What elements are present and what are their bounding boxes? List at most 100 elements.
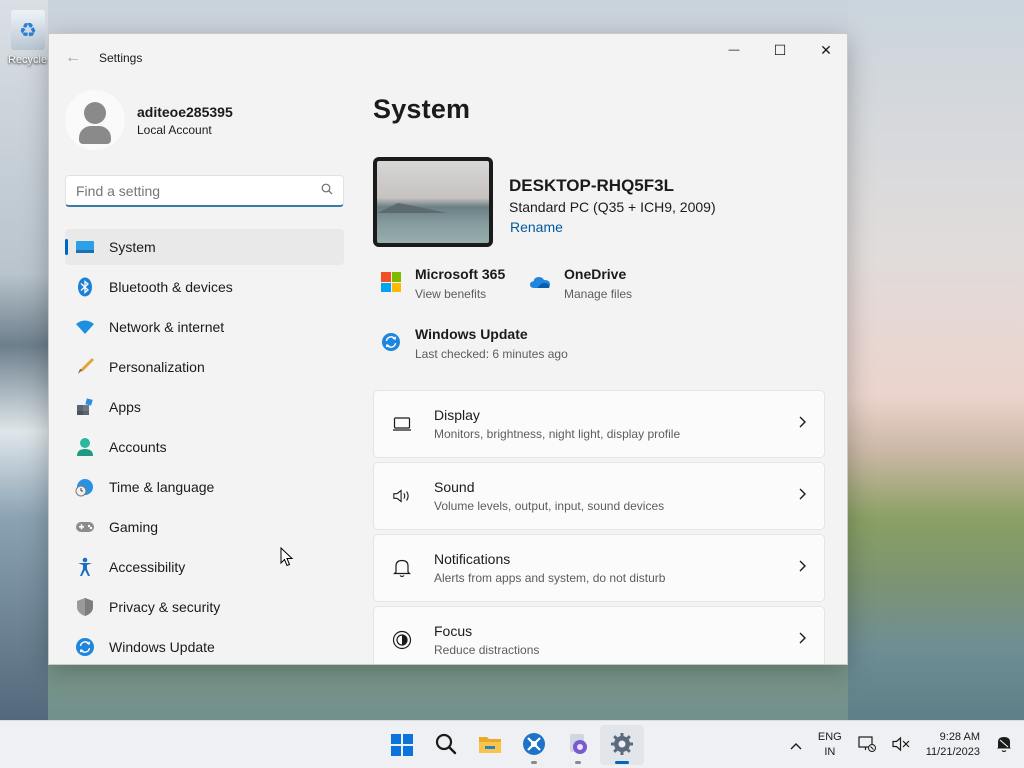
sidebar-item-privacy-security[interactable]: Privacy & security [65,589,344,625]
title-bar[interactable]: ← Settings — ☐ ✕ [49,34,847,82]
recycle-bin-shortcut[interactable]: ♻ Recycle [8,10,48,80]
device-wallpaper-thumbnail [373,157,493,247]
search-icon [435,733,457,758]
sidebar-item-label: Accounts [109,439,167,455]
network-disconnected-icon [858,735,876,755]
focus-card-title: Focus [434,623,473,639]
display-card-subtitle: Monitors, brightness, night light, displ… [434,427,681,441]
notification-bell-icon [996,735,1012,756]
profile-name: aditeoe285395 [137,103,233,120]
app-media-button[interactable] [556,725,600,765]
wallpaper-mountain-shape [377,203,447,213]
microsoft-365-subtitle: View benefits [415,287,487,301]
file-explorer-button[interactable] [468,725,512,765]
windows-update-tile[interactable]: Windows Update Last checked: 6 minutes a… [379,326,568,361]
language-code: ENG [817,731,842,743]
settings-card-list: Display Monitors, brightness, night ligh… [373,390,825,664]
search-box[interactable] [65,175,344,207]
sidebar-item-network[interactable]: Network & internet [65,309,344,345]
system-icon [75,237,95,257]
sidebar-item-label: Windows Update [109,639,215,655]
globe-clock-icon [75,477,95,497]
gear-icon [610,732,634,759]
network-status-button[interactable] [858,735,876,755]
sidebar-item-accessibility[interactable]: Accessibility [65,549,344,585]
brush-icon [75,357,95,377]
language-region: IN [824,746,836,758]
clock-time: 9:28 AM [939,731,980,743]
recycle-bin-label: Recycle [8,54,48,66]
bluetooth-icon [75,277,95,297]
input-language-button[interactable]: ENG IN [818,730,842,760]
windows-logo-icon [391,734,413,756]
settings-window: ← Settings — ☐ ✕ aditeoe285395 Local Acc… [48,33,848,665]
display-card[interactable]: Display Monitors, brightness, night ligh… [373,390,825,458]
avatar-head-icon [84,102,106,124]
page-title: System [373,94,471,124]
rename-link[interactable]: Rename [510,219,563,235]
notifications-card-title: Notifications [434,551,511,567]
microsoft-365-tile[interactable]: Microsoft 365 View benefits [379,266,505,301]
system-tray: ENG IN 9:28 AM 11/21/2023 [782,721,1024,768]
sidebar-item-system[interactable]: System [65,229,344,265]
close-button[interactable]: ✕ [803,34,847,66]
device-name: DESKTOP-RHQ5F3L [509,176,674,195]
app-snipping-button[interactable] [512,725,556,765]
taskbar-apps [380,721,644,768]
active-indicator [615,761,629,764]
onedrive-subtitle: Manage files [564,287,633,301]
minimize-button[interactable]: — [711,34,757,66]
clock-button[interactable]: 9:28 AM 11/21/2023 [926,730,980,760]
sidebar-item-label: Gaming [109,519,159,535]
sidebar-item-personalization[interactable]: Personalization [65,349,344,385]
onedrive-title: OneDrive [564,266,627,282]
microsoft-365-title: Microsoft 365 [415,266,506,282]
taskbar: ENG IN 9:28 AM 11/21/2023 [0,720,1024,768]
account-profile[interactable]: aditeoe285395 Local Account [65,90,233,150]
sidebar-item-apps[interactable]: Apps [65,389,344,425]
shield-icon [75,597,95,617]
window-title: Settings [99,51,143,65]
sidebar-item-windows-update[interactable]: Windows Update [65,629,344,664]
sound-card-title: Sound [434,479,475,495]
taskbar-search-button[interactable] [424,725,468,765]
sidebar-item-time-language[interactable]: Time & language [65,469,344,505]
folder-icon [478,734,502,757]
onedrive-tile[interactable]: OneDrive Manage files [528,266,632,301]
update-icon [379,330,403,354]
volume-button[interactable] [892,736,910,755]
back-button[interactable]: ← [63,48,83,68]
notifications-card[interactable]: Notifications Alerts from apps and syste… [373,534,825,602]
sidebar-item-label: Network & internet [109,319,225,335]
sidebar-item-accounts[interactable]: Accounts [65,429,344,465]
laptop-icon [392,414,412,434]
sidebar-item-gaming[interactable]: Gaming [65,509,344,545]
search-input[interactable] [76,182,321,199]
sidebar-item-label: Apps [109,399,141,415]
running-indicator [575,761,581,764]
sidebar-item-label: Privacy & security [109,599,221,615]
sidebar-item-label: Bluetooth & devices [109,279,233,295]
notification-center-button[interactable] [996,735,1012,756]
sidebar-item-bluetooth[interactable]: Bluetooth & devices [65,269,344,305]
update-icon [75,637,95,657]
chevron-right-icon [798,631,806,649]
device-model: Standard PC (Q35 + ICH9, 2009) [509,199,716,215]
focus-card[interactable]: Focus Reduce distractions [373,606,825,664]
chevron-right-icon [798,487,806,505]
show-hidden-icons-button[interactable] [790,737,802,753]
maximize-icon: ☐ [773,41,787,58]
search-icon [321,183,333,198]
mouse-cursor-icon [280,546,294,567]
start-button[interactable] [380,725,424,765]
pinned-app-icon [566,732,590,759]
accounts-icon [75,437,95,457]
desktop-wallpaper-left [0,0,48,720]
settings-taskbar-button[interactable] [600,725,644,765]
chevron-right-icon [798,559,806,577]
microsoft-logo-icon [379,270,403,294]
sound-card-subtitle: Volume levels, output, input, sound devi… [434,499,665,513]
sound-card[interactable]: Sound Volume levels, output, input, soun… [373,462,825,530]
maximize-button[interactable]: ☐ [757,34,803,66]
minimize-icon: — [728,44,740,56]
